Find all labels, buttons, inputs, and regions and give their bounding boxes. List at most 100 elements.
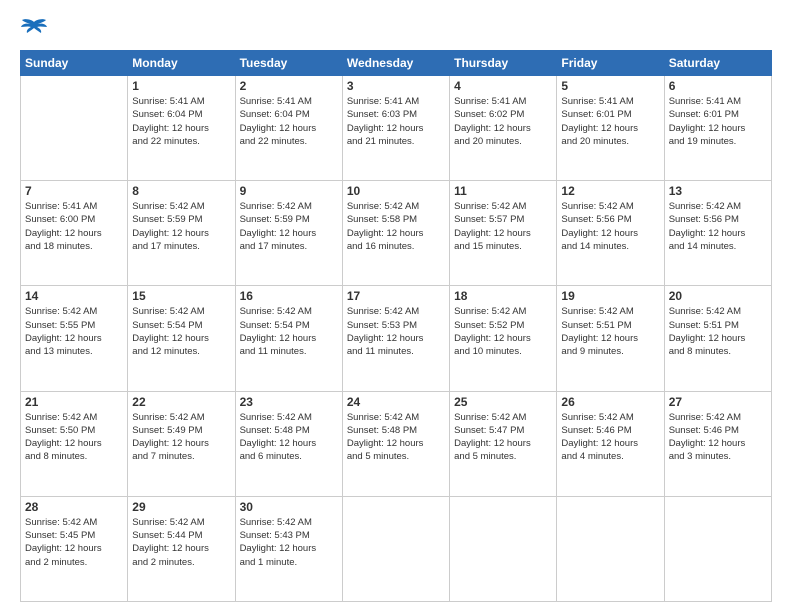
day-info: Sunrise: 5:42 AM Sunset: 5:43 PM Dayligh… [240, 516, 338, 569]
calendar-cell: 27 Sunrise: 5:42 AM Sunset: 5:46 PM Dayli… [664, 391, 771, 496]
day-info: Sunrise: 5:42 AM Sunset: 5:44 PM Dayligh… [132, 516, 230, 569]
calendar-cell: 9 Sunrise: 5:42 AM Sunset: 5:59 PM Daylig… [235, 181, 342, 286]
calendar-cell: 24 Sunrise: 5:42 AM Sunset: 5:48 PM Dayli… [342, 391, 449, 496]
weekday-header: Tuesday [235, 51, 342, 76]
day-number: 22 [132, 395, 230, 409]
calendar-cell: 25 Sunrise: 5:42 AM Sunset: 5:47 PM Dayli… [450, 391, 557, 496]
calendar-cell: 10Sunrise: 5:42 AM Sunset: 5:58 PM Dayli… [342, 181, 449, 286]
day-info: Sunrise: 5:41 AM Sunset: 6:01 PM Dayligh… [669, 95, 767, 148]
day-number: 6 [669, 79, 767, 93]
day-number: 21 [25, 395, 123, 409]
calendar-cell: 29 Sunrise: 5:42 AM Sunset: 5:44 PM Dayli… [128, 496, 235, 601]
day-number: 19 [561, 289, 659, 303]
day-number: 10 [347, 184, 445, 198]
day-info: Sunrise: 5:42 AM Sunset: 5:55 PM Dayligh… [25, 305, 123, 358]
day-number: 1 [132, 79, 230, 93]
day-info: Sunrise: 5:42 AM Sunset: 5:57 PM Dayligh… [454, 200, 552, 253]
calendar-cell: 20Sunrise: 5:42 AM Sunset: 5:51 PM Dayli… [664, 286, 771, 391]
day-info: Sunrise: 5:42 AM Sunset: 5:46 PM Dayligh… [669, 411, 767, 464]
weekday-header: Wednesday [342, 51, 449, 76]
day-info: Sunrise: 5:42 AM Sunset: 5:51 PM Dayligh… [669, 305, 767, 358]
day-info: Sunrise: 5:42 AM Sunset: 5:46 PM Dayligh… [561, 411, 659, 464]
calendar-cell: 2Sunrise: 5:41 AM Sunset: 6:04 PM Daylig… [235, 76, 342, 181]
day-info: Sunrise: 5:42 AM Sunset: 5:54 PM Dayligh… [132, 305, 230, 358]
calendar-cell [664, 496, 771, 601]
calendar-cell [21, 76, 128, 181]
weekday-header: Thursday [450, 51, 557, 76]
day-info: Sunrise: 5:42 AM Sunset: 5:47 PM Dayligh… [454, 411, 552, 464]
calendar-week-row: 14Sunrise: 5:42 AM Sunset: 5:55 PM Dayli… [21, 286, 772, 391]
calendar-cell: 19 Sunrise: 5:42 AM Sunset: 5:51 PM Dayli… [557, 286, 664, 391]
day-number: 4 [454, 79, 552, 93]
calendar-cell: 28 Sunrise: 5:42 AM Sunset: 5:45 PM Dayli… [21, 496, 128, 601]
logo [20, 18, 52, 40]
calendar-cell: 7 Sunrise: 5:41 AM Sunset: 6:00 PM Daylig… [21, 181, 128, 286]
calendar-cell [342, 496, 449, 601]
calendar-cell: 1 Sunrise: 5:41 AM Sunset: 6:04 PM Daylig… [128, 76, 235, 181]
day-number: 7 [25, 184, 123, 198]
day-number: 12 [561, 184, 659, 198]
day-info: Sunrise: 5:42 AM Sunset: 5:48 PM Dayligh… [240, 411, 338, 464]
calendar-cell: 13 Sunrise: 5:42 AM Sunset: 5:56 PM Dayli… [664, 181, 771, 286]
day-number: 30 [240, 500, 338, 514]
day-info: Sunrise: 5:42 AM Sunset: 5:56 PM Dayligh… [561, 200, 659, 253]
weekday-header: Sunday [21, 51, 128, 76]
day-number: 18 [454, 289, 552, 303]
calendar-cell: 12 Sunrise: 5:42 AM Sunset: 5:56 PM Dayli… [557, 181, 664, 286]
calendar-cell: 4 Sunrise: 5:41 AM Sunset: 6:02 PM Daylig… [450, 76, 557, 181]
day-number: 25 [454, 395, 552, 409]
day-info: Sunrise: 5:42 AM Sunset: 5:49 PM Dayligh… [132, 411, 230, 464]
calendar-cell: 5 Sunrise: 5:41 AM Sunset: 6:01 PM Daylig… [557, 76, 664, 181]
calendar-cell: 8Sunrise: 5:42 AM Sunset: 5:59 PM Daylig… [128, 181, 235, 286]
calendar-cell: 15 Sunrise: 5:42 AM Sunset: 5:54 PM Dayli… [128, 286, 235, 391]
day-number: 26 [561, 395, 659, 409]
calendar-cell [557, 496, 664, 601]
day-info: Sunrise: 5:41 AM Sunset: 6:03 PM Dayligh… [347, 95, 445, 148]
day-number: 27 [669, 395, 767, 409]
day-info: Sunrise: 5:42 AM Sunset: 5:56 PM Dayligh… [669, 200, 767, 253]
day-info: Sunrise: 5:42 AM Sunset: 5:50 PM Dayligh… [25, 411, 123, 464]
calendar-header-row: SundayMondayTuesdayWednesdayThursdayFrid… [21, 51, 772, 76]
day-info: Sunrise: 5:42 AM Sunset: 5:45 PM Dayligh… [25, 516, 123, 569]
day-number: 17 [347, 289, 445, 303]
calendar-cell: 3 Sunrise: 5:41 AM Sunset: 6:03 PM Daylig… [342, 76, 449, 181]
day-info: Sunrise: 5:42 AM Sunset: 5:59 PM Dayligh… [240, 200, 338, 253]
day-number: 3 [347, 79, 445, 93]
day-number: 13 [669, 184, 767, 198]
day-number: 28 [25, 500, 123, 514]
calendar-cell: 23 Sunrise: 5:42 AM Sunset: 5:48 PM Dayli… [235, 391, 342, 496]
day-number: 16 [240, 289, 338, 303]
day-number: 23 [240, 395, 338, 409]
day-info: Sunrise: 5:41 AM Sunset: 6:01 PM Dayligh… [561, 95, 659, 148]
day-info: Sunrise: 5:42 AM Sunset: 5:48 PM Dayligh… [347, 411, 445, 464]
day-number: 8 [132, 184, 230, 198]
calendar-week-row: 1 Sunrise: 5:41 AM Sunset: 6:04 PM Daylig… [21, 76, 772, 181]
day-info: Sunrise: 5:41 AM Sunset: 6:02 PM Dayligh… [454, 95, 552, 148]
day-info: Sunrise: 5:42 AM Sunset: 5:54 PM Dayligh… [240, 305, 338, 358]
logo-icon [20, 18, 48, 40]
calendar-week-row: 28 Sunrise: 5:42 AM Sunset: 5:45 PM Dayli… [21, 496, 772, 601]
day-info: Sunrise: 5:42 AM Sunset: 5:52 PM Dayligh… [454, 305, 552, 358]
day-number: 5 [561, 79, 659, 93]
day-info: Sunrise: 5:42 AM Sunset: 5:51 PM Dayligh… [561, 305, 659, 358]
day-number: 15 [132, 289, 230, 303]
weekday-header: Friday [557, 51, 664, 76]
day-number: 2 [240, 79, 338, 93]
day-info: Sunrise: 5:41 AM Sunset: 6:00 PM Dayligh… [25, 200, 123, 253]
weekday-header: Monday [128, 51, 235, 76]
day-number: 29 [132, 500, 230, 514]
calendar-cell: 21 Sunrise: 5:42 AM Sunset: 5:50 PM Dayli… [21, 391, 128, 496]
day-info: Sunrise: 5:41 AM Sunset: 6:04 PM Dayligh… [132, 95, 230, 148]
calendar-cell [450, 496, 557, 601]
day-number: 11 [454, 184, 552, 198]
calendar-cell: 14Sunrise: 5:42 AM Sunset: 5:55 PM Dayli… [21, 286, 128, 391]
day-number: 9 [240, 184, 338, 198]
calendar-cell: 30 Sunrise: 5:42 AM Sunset: 5:43 PM Dayli… [235, 496, 342, 601]
calendar-cell: 26 Sunrise: 5:42 AM Sunset: 5:46 PM Dayli… [557, 391, 664, 496]
calendar-cell: 18 Sunrise: 5:42 AM Sunset: 5:52 PM Dayli… [450, 286, 557, 391]
day-info: Sunrise: 5:42 AM Sunset: 5:53 PM Dayligh… [347, 305, 445, 358]
calendar-table: SundayMondayTuesdayWednesdayThursdayFrid… [20, 50, 772, 602]
calendar-cell: 17 Sunrise: 5:42 AM Sunset: 5:53 PM Dayli… [342, 286, 449, 391]
weekday-header: Saturday [664, 51, 771, 76]
day-number: 24 [347, 395, 445, 409]
